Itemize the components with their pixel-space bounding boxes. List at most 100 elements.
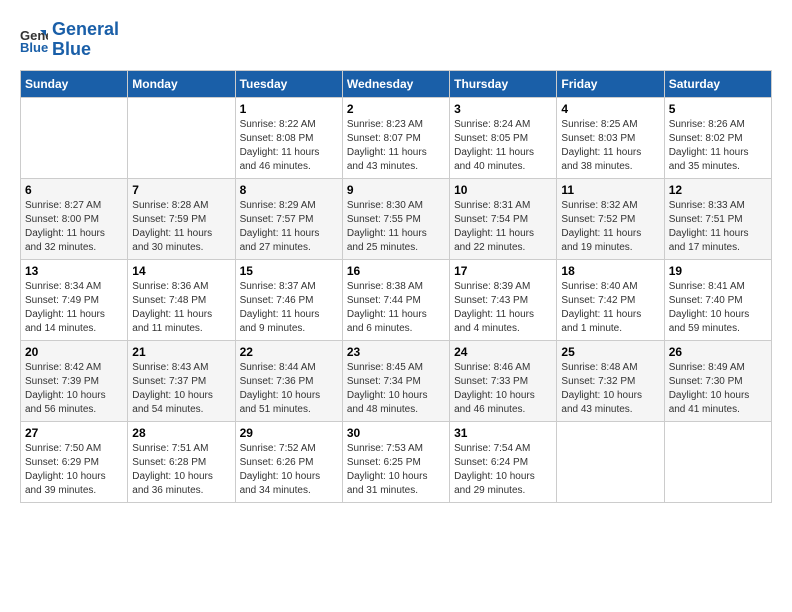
page-header: General Blue GeneralBlue	[20, 20, 772, 60]
day-number: 31	[454, 426, 552, 440]
day-header-monday: Monday	[128, 70, 235, 97]
day-info: Sunrise: 8:33 AM Sunset: 7:51 PM Dayligh…	[669, 199, 767, 255]
day-cell: 9 Sunrise: 8:30 AM Sunset: 7:55 PM Daylig…	[342, 178, 449, 259]
day-number: 9	[347, 183, 445, 197]
day-cell: 16Sunrise: 8:38 AM Sunset: 7:44 PM Dayli…	[342, 259, 449, 340]
logo-text: GeneralBlue	[52, 20, 119, 60]
day-number: 17	[454, 264, 552, 278]
day-header-friday: Friday	[557, 70, 664, 97]
day-number: 28	[132, 426, 230, 440]
day-cell: 22Sunrise: 8:44 AM Sunset: 7:36 PM Dayli…	[235, 340, 342, 421]
day-number: 4	[561, 102, 659, 116]
day-cell	[128, 97, 235, 178]
day-cell: 2 Sunrise: 8:23 AM Sunset: 8:07 PM Daylig…	[342, 97, 449, 178]
day-info: Sunrise: 8:34 AM Sunset: 7:49 PM Dayligh…	[25, 280, 123, 336]
day-info: Sunrise: 8:27 AM Sunset: 8:00 PM Dayligh…	[25, 199, 123, 255]
day-number: 6	[25, 183, 123, 197]
day-number: 21	[132, 345, 230, 359]
week-row-1: 1 Sunrise: 8:22 AM Sunset: 8:08 PM Daylig…	[21, 97, 772, 178]
day-number: 18	[561, 264, 659, 278]
day-cell: 3 Sunrise: 8:24 AM Sunset: 8:05 PM Daylig…	[450, 97, 557, 178]
day-info: Sunrise: 7:50 AM Sunset: 6:29 PM Dayligh…	[25, 442, 123, 498]
day-info: Sunrise: 8:36 AM Sunset: 7:48 PM Dayligh…	[132, 280, 230, 336]
day-info: Sunrise: 8:32 AM Sunset: 7:52 PM Dayligh…	[561, 199, 659, 255]
day-number: 7	[132, 183, 230, 197]
day-cell: 26Sunrise: 8:49 AM Sunset: 7:30 PM Dayli…	[664, 340, 771, 421]
day-info: Sunrise: 8:43 AM Sunset: 7:37 PM Dayligh…	[132, 361, 230, 417]
day-number: 10	[454, 183, 552, 197]
day-number: 11	[561, 183, 659, 197]
day-info: Sunrise: 8:23 AM Sunset: 8:07 PM Dayligh…	[347, 118, 445, 174]
day-number: 13	[25, 264, 123, 278]
day-info: Sunrise: 8:44 AM Sunset: 7:36 PM Dayligh…	[240, 361, 338, 417]
day-cell: 14 Sunrise: 8:36 AM Sunset: 7:48 PM Dayli…	[128, 259, 235, 340]
day-cell: 21 Sunrise: 8:43 AM Sunset: 7:37 PM Dayli…	[128, 340, 235, 421]
day-info: Sunrise: 8:22 AM Sunset: 8:08 PM Dayligh…	[240, 118, 338, 174]
day-number: 1	[240, 102, 338, 116]
day-header-wednesday: Wednesday	[342, 70, 449, 97]
day-info: Sunrise: 8:42 AM Sunset: 7:39 PM Dayligh…	[25, 361, 123, 417]
day-cell	[21, 97, 128, 178]
day-cell: 4Sunrise: 8:25 AM Sunset: 8:03 PM Daylig…	[557, 97, 664, 178]
day-info: Sunrise: 8:40 AM Sunset: 7:42 PM Dayligh…	[561, 280, 659, 336]
day-cell: 11 Sunrise: 8:32 AM Sunset: 7:52 PM Dayli…	[557, 178, 664, 259]
day-number: 12	[669, 183, 767, 197]
day-number: 25	[561, 345, 659, 359]
logo: General Blue GeneralBlue	[20, 20, 119, 60]
day-number: 20	[25, 345, 123, 359]
day-cell: 31Sunrise: 7:54 AM Sunset: 6:24 PM Dayli…	[450, 421, 557, 502]
day-number: 23	[347, 345, 445, 359]
day-cell: 19 Sunrise: 8:41 AM Sunset: 7:40 PM Dayli…	[664, 259, 771, 340]
day-cell: 27 Sunrise: 7:50 AM Sunset: 6:29 PM Dayli…	[21, 421, 128, 502]
day-info: Sunrise: 8:37 AM Sunset: 7:46 PM Dayligh…	[240, 280, 338, 336]
day-info: Sunrise: 8:31 AM Sunset: 7:54 PM Dayligh…	[454, 199, 552, 255]
day-number: 3	[454, 102, 552, 116]
day-number: 26	[669, 345, 767, 359]
day-cell: 17 Sunrise: 8:39 AM Sunset: 7:43 PM Dayli…	[450, 259, 557, 340]
day-cell: 30 Sunrise: 7:53 AM Sunset: 6:25 PM Dayli…	[342, 421, 449, 502]
week-row-5: 27 Sunrise: 7:50 AM Sunset: 6:29 PM Dayli…	[21, 421, 772, 502]
day-cell: 20 Sunrise: 8:42 AM Sunset: 7:39 PM Dayli…	[21, 340, 128, 421]
week-row-4: 20 Sunrise: 8:42 AM Sunset: 7:39 PM Dayli…	[21, 340, 772, 421]
day-number: 5	[669, 102, 767, 116]
calendar-table: SundayMondayTuesdayWednesdayThursdayFrid…	[20, 70, 772, 503]
day-header-saturday: Saturday	[664, 70, 771, 97]
day-number: 30	[347, 426, 445, 440]
day-info: Sunrise: 7:53 AM Sunset: 6:25 PM Dayligh…	[347, 442, 445, 498]
day-info: Sunrise: 8:24 AM Sunset: 8:05 PM Dayligh…	[454, 118, 552, 174]
day-info: Sunrise: 8:30 AM Sunset: 7:55 PM Dayligh…	[347, 199, 445, 255]
day-info: Sunrise: 7:51 AM Sunset: 6:28 PM Dayligh…	[132, 442, 230, 498]
day-cell: 18 Sunrise: 8:40 AM Sunset: 7:42 PM Dayli…	[557, 259, 664, 340]
day-header-sunday: Sunday	[21, 70, 128, 97]
day-info: Sunrise: 8:28 AM Sunset: 7:59 PM Dayligh…	[132, 199, 230, 255]
day-number: 19	[669, 264, 767, 278]
svg-text:Blue: Blue	[20, 40, 48, 54]
day-number: 8	[240, 183, 338, 197]
day-cell: 29Sunrise: 7:52 AM Sunset: 6:26 PM Dayli…	[235, 421, 342, 502]
day-info: Sunrise: 8:39 AM Sunset: 7:43 PM Dayligh…	[454, 280, 552, 336]
day-number: 2	[347, 102, 445, 116]
calendar-header-row: SundayMondayTuesdayWednesdayThursdayFrid…	[21, 70, 772, 97]
day-header-thursday: Thursday	[450, 70, 557, 97]
day-info: Sunrise: 8:38 AM Sunset: 7:44 PM Dayligh…	[347, 280, 445, 336]
day-number: 14	[132, 264, 230, 278]
day-cell	[557, 421, 664, 502]
day-info: Sunrise: 8:45 AM Sunset: 7:34 PM Dayligh…	[347, 361, 445, 417]
day-cell: 12 Sunrise: 8:33 AM Sunset: 7:51 PM Dayli…	[664, 178, 771, 259]
day-cell: 10 Sunrise: 8:31 AM Sunset: 7:54 PM Dayli…	[450, 178, 557, 259]
day-info: Sunrise: 8:26 AM Sunset: 8:02 PM Dayligh…	[669, 118, 767, 174]
day-number: 15	[240, 264, 338, 278]
day-cell: 8Sunrise: 8:29 AM Sunset: 7:57 PM Daylig…	[235, 178, 342, 259]
day-info: Sunrise: 8:48 AM Sunset: 7:32 PM Dayligh…	[561, 361, 659, 417]
day-info: Sunrise: 8:41 AM Sunset: 7:40 PM Dayligh…	[669, 280, 767, 336]
day-cell: 7 Sunrise: 8:28 AM Sunset: 7:59 PM Daylig…	[128, 178, 235, 259]
day-cell	[664, 421, 771, 502]
day-cell: 15 Sunrise: 8:37 AM Sunset: 7:46 PM Dayli…	[235, 259, 342, 340]
day-cell: 23 Sunrise: 8:45 AM Sunset: 7:34 PM Dayli…	[342, 340, 449, 421]
day-cell: 28 Sunrise: 7:51 AM Sunset: 6:28 PM Dayli…	[128, 421, 235, 502]
day-info: Sunrise: 8:46 AM Sunset: 7:33 PM Dayligh…	[454, 361, 552, 417]
day-number: 27	[25, 426, 123, 440]
day-cell: 25 Sunrise: 8:48 AM Sunset: 7:32 PM Dayli…	[557, 340, 664, 421]
logo-icon: General Blue	[20, 26, 48, 54]
day-info: Sunrise: 7:52 AM Sunset: 6:26 PM Dayligh…	[240, 442, 338, 498]
